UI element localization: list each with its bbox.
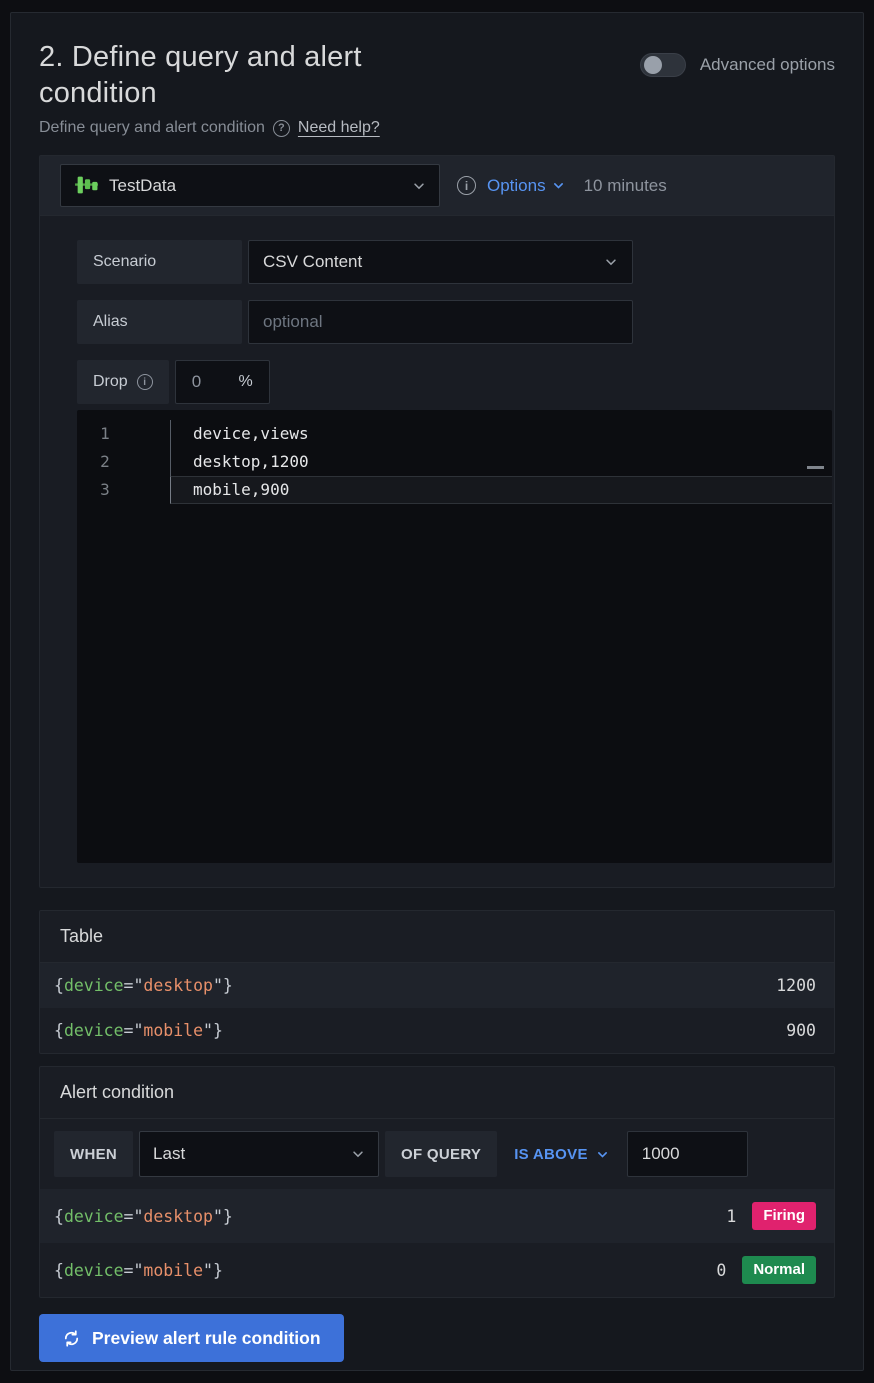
eval-value: 0: [716, 1261, 726, 1280]
chevron-down-icon: [596, 1148, 609, 1161]
question-circle-icon: ?: [273, 120, 290, 137]
firing-status-badge: Firing: [752, 1202, 816, 1230]
alert-panel-title: Alert condition: [40, 1067, 834, 1119]
scenario-field-row: Scenario CSV Content: [77, 240, 832, 284]
scenario-label: Scenario: [77, 240, 242, 284]
alias-field-row: Alias optional: [77, 300, 832, 344]
table-panel-title: Table: [40, 911, 834, 963]
toggle-knob: [644, 56, 662, 74]
editor-minimap-mark: [807, 466, 824, 469]
advanced-options-toggle[interactable]: [640, 53, 686, 77]
drop-percent-input[interactable]: 0 %: [175, 360, 270, 404]
operator-value: IS ABOVE: [514, 1146, 588, 1163]
advanced-options-control: Advanced options: [640, 39, 835, 77]
scenario-value: CSV Content: [263, 252, 594, 272]
operator-dropdown[interactable]: IS ABOVE: [514, 1146, 609, 1163]
code-line[interactable]: 1 device,views: [77, 420, 832, 448]
line-number: 3: [77, 476, 133, 504]
query-header-row: TestData i Options 10 minutes: [40, 156, 834, 216]
info-circle-icon: i: [457, 176, 476, 195]
normal-status-badge: Normal: [742, 1256, 816, 1284]
drop-value: 0: [192, 372, 201, 392]
reducer-select[interactable]: Last: [139, 1131, 379, 1177]
series-label-expression: {device="desktop"}: [54, 1207, 233, 1226]
preview-button-label: Preview alert rule condition: [92, 1328, 321, 1349]
drop-field-row: Drop i 0 %: [77, 360, 832, 404]
when-label: WHEN: [54, 1131, 133, 1177]
alert-result-row: {device="desktop"} 1 Firing: [40, 1189, 834, 1243]
define-query-step-card: 2. Define query and alert condition Adva…: [10, 12, 864, 1371]
line-number: 2: [77, 448, 133, 476]
series-label-expression: {device="mobile"}: [54, 1021, 223, 1040]
of-query-label: OF QUERY: [385, 1131, 497, 1177]
sync-refresh-icon: [62, 1329, 81, 1348]
csv-code-editor[interactable]: 1 device,views 2 desktop,1200 3 mobile,9…: [77, 410, 832, 863]
alert-result-row: {device="mobile"} 0 Normal: [40, 1243, 834, 1297]
line-number: 1: [77, 420, 133, 448]
chevron-down-icon: [552, 179, 565, 192]
alert-condition-controls: WHEN Last OF QUERY IS ABOVE: [40, 1119, 834, 1189]
threshold-input[interactable]: [627, 1131, 748, 1177]
step-subtitle: Define query and alert condition ? Need …: [39, 119, 835, 137]
options-dropdown[interactable]: Options: [487, 176, 565, 196]
series-label-expression: {device="desktop"}: [54, 976, 233, 995]
page-title: 2. Define query and alert condition: [39, 39, 469, 111]
scenario-select[interactable]: CSV Content: [248, 240, 633, 284]
need-help-link[interactable]: Need help?: [298, 119, 380, 137]
table-results-panel: Table {device="desktop"} 1200 {device="m…: [39, 910, 835, 1054]
testdata-datasource-icon: [74, 173, 99, 198]
subtitle-text: Define query and alert condition: [39, 119, 265, 137]
reducer-value: Last: [153, 1144, 341, 1164]
alert-condition-panel: Alert condition WHEN Last OF QUERY IS AB…: [39, 1066, 835, 1298]
preview-alert-rule-button[interactable]: Preview alert rule condition: [39, 1314, 344, 1362]
info-circle-icon: i: [137, 374, 153, 390]
code-text: desktop,1200: [170, 448, 832, 476]
chevron-down-icon: [351, 1147, 365, 1161]
advanced-options-label: Advanced options: [700, 55, 835, 75]
code-line-current[interactable]: 3 mobile,900: [77, 476, 832, 504]
drop-unit: %: [238, 373, 252, 391]
drop-label: Drop i: [77, 360, 169, 404]
code-line[interactable]: 2 desktop,1200: [77, 448, 832, 476]
code-text: device,views: [170, 420, 832, 448]
query-options-cluster: i Options 10 minutes: [457, 176, 667, 196]
query-time-range: 10 minutes: [584, 176, 667, 196]
datasource-picker[interactable]: TestData: [60, 164, 440, 207]
code-text: mobile,900: [170, 476, 832, 504]
chevron-down-icon: [412, 179, 426, 193]
chevron-down-icon: [604, 255, 618, 269]
series-label-expression: {device="mobile"}: [54, 1261, 223, 1280]
step-header: 2. Define query and alert condition Adva…: [39, 39, 835, 111]
query-editor-body: Scenario CSV Content Alias optional: [40, 216, 834, 887]
series-value: 1200: [776, 976, 816, 995]
alias-input[interactable]: optional: [248, 300, 633, 344]
datasource-name: TestData: [109, 176, 402, 196]
eval-value: 1: [726, 1207, 736, 1226]
alias-placeholder: optional: [263, 312, 618, 332]
table-row: {device="mobile"} 900: [40, 1008, 834, 1053]
alias-label: Alias: [77, 300, 242, 344]
table-row: {device="desktop"} 1200: [40, 963, 834, 1008]
options-label: Options: [487, 176, 546, 196]
series-value: 900: [786, 1021, 816, 1040]
query-editor-panel: TestData i Options 10 minutes: [39, 155, 835, 888]
